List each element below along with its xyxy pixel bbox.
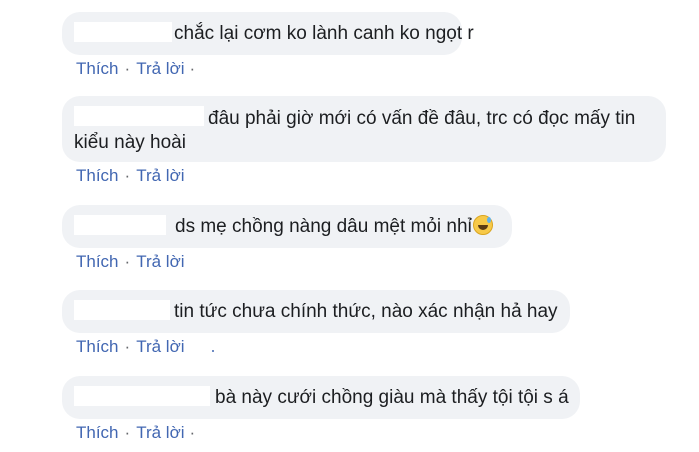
comment-actions: Thích · Trả lời <box>76 166 185 186</box>
comment-actions: Thích · Trả lời · <box>76 59 195 79</box>
comment-actions: Thích · Trả lời <box>76 252 185 272</box>
comment-text-body: ds mẹ chồng nàng dâu mệt mỏi nhỉ <box>175 216 472 237</box>
comment-text-line2: kiểu này hoài <box>74 132 186 153</box>
comment-item: ds mẹ chồng nàng dâu mệt mỏi nhỉ Thích · T… <box>62 205 512 271</box>
reply-link[interactable]: Trả lời <box>136 59 184 78</box>
separator: · <box>124 252 131 271</box>
comment-text: ds mẹ chồng nàng dâu mệt mỏi nhỉ <box>175 215 493 239</box>
separator: · <box>124 59 131 78</box>
like-link[interactable]: Thích <box>76 252 119 271</box>
stray-dot <box>212 350 214 352</box>
like-link[interactable]: Thích <box>76 337 119 356</box>
separator: · <box>124 166 131 185</box>
separator: · <box>189 423 196 442</box>
reply-link[interactable]: Trả lời <box>136 252 184 271</box>
comment-actions: Thích · Trả lời · <box>76 423 195 443</box>
comment-bubble: đâu phải giờ mới có vấn đề đâu, trc có đ… <box>62 96 666 162</box>
comment-item: đâu phải giờ mới có vấn đề đâu, trc có đ… <box>62 96 666 185</box>
comment-bubble: bà này cưới chồng giàu mà thấy tội tội s… <box>62 376 580 419</box>
like-link[interactable]: Thích <box>76 59 119 78</box>
redacted-author-name <box>74 300 170 320</box>
comment-text: bà này cưới chồng giàu mà thấy tội tội s… <box>215 387 569 408</box>
redacted-author-name <box>74 22 172 42</box>
like-link[interactable]: Thích <box>76 166 119 185</box>
like-link[interactable]: Thích <box>76 423 119 442</box>
reply-link[interactable]: Trả lời <box>136 166 184 185</box>
comment-text: tin tức chưa chính thức, nào xác nhận hả… <box>174 301 558 322</box>
comment-actions: Thích · Trả lời <box>76 337 185 357</box>
comment-text: chắc lại cơm ko lành canh ko ngọt r <box>174 23 474 44</box>
comment-bubble: chắc lại cơm ko lành canh ko ngọt r <box>62 12 474 55</box>
comment-item: chắc lại cơm ko lành canh ko ngọt r Thíc… <box>62 12 474 78</box>
comment-bubble: ds mẹ chồng nàng dâu mệt mỏi nhỉ <box>62 205 512 248</box>
redacted-author-name <box>74 386 210 406</box>
comment-item: bà này cưới chồng giàu mà thấy tội tội s… <box>62 376 580 442</box>
comment-bubble: tin tức chưa chính thức, nào xác nhận hả… <box>62 290 570 333</box>
reply-link[interactable]: Trả lời <box>136 337 184 356</box>
grinning-sweat-emoji-icon <box>472 215 493 235</box>
redacted-author-name <box>74 106 204 126</box>
separator: · <box>124 337 131 356</box>
reply-link[interactable]: Trả lời <box>136 423 184 442</box>
comment-item: tin tức chưa chính thức, nào xác nhận hả… <box>62 290 570 356</box>
separator: · <box>189 59 196 78</box>
redacted-author-name <box>74 215 166 235</box>
separator: · <box>124 423 131 442</box>
comment-text-line1: đâu phải giờ mới có vấn đề đâu, trc có đ… <box>208 108 636 129</box>
